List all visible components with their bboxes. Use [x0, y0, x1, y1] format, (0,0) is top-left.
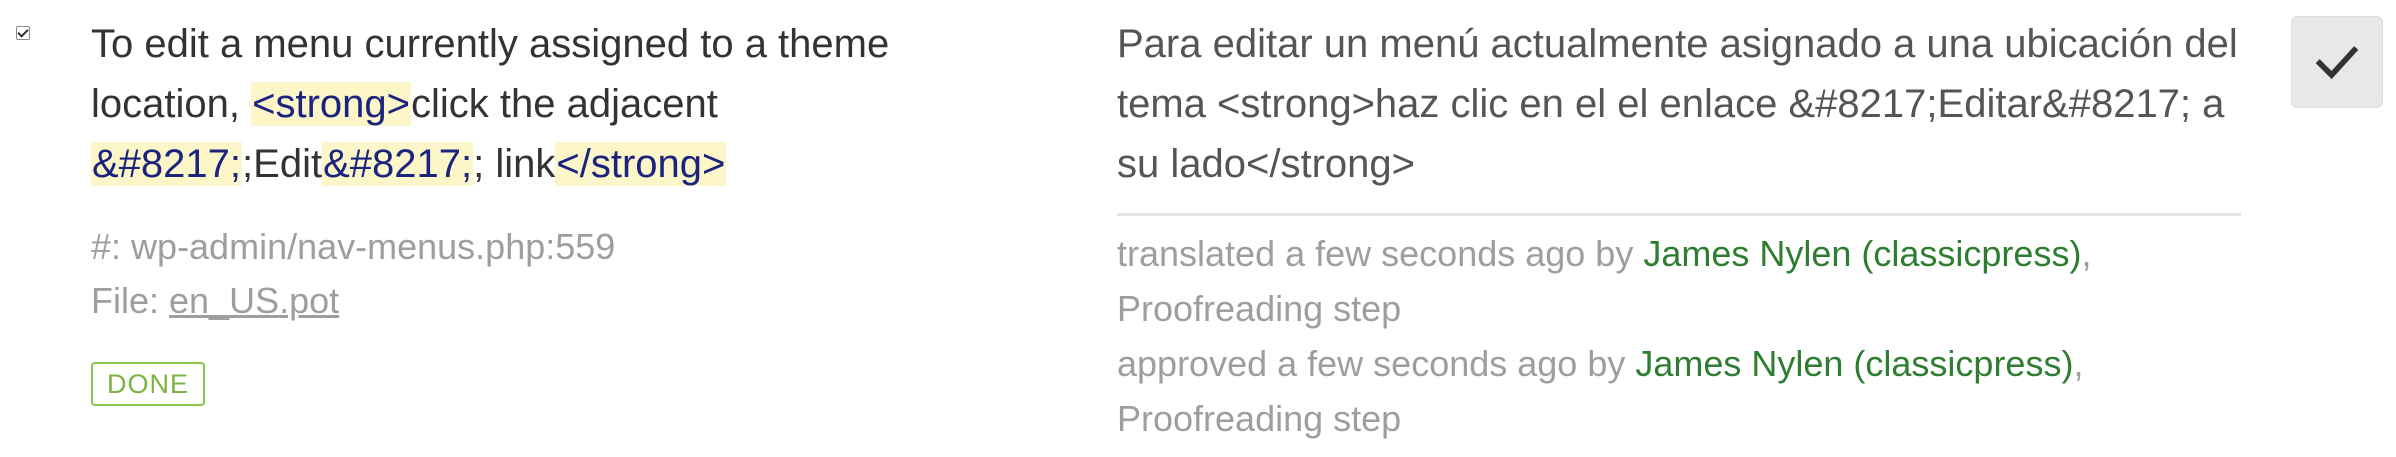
source-reference: #: wp-admin/nav-menus.php:559	[91, 226, 616, 267]
source-tag-strong-close: </strong>	[555, 142, 727, 186]
source-string: To edit a menu currently assigned to a t…	[91, 14, 991, 194]
history-separator: ,	[2081, 233, 2092, 274]
history-entry-approved: approved a few seconds ago by James Nyle…	[1117, 336, 2317, 446]
status-badge: DONE	[91, 362, 206, 406]
translation-history: translated a few seconds ago by James Ny…	[1117, 226, 2317, 446]
history-separator: ,	[2073, 343, 2084, 384]
checkmark-icon	[2315, 46, 2359, 80]
source-text: click the adjacent	[411, 82, 718, 126]
translation-text[interactable]: Para editar un menú actualmente asignado…	[1117, 14, 2247, 194]
history-step: Proofreading step	[1117, 288, 1402, 329]
select-checkbox[interactable]	[16, 26, 30, 40]
history-entry-translated: translated a few seconds ago by James Ny…	[1117, 226, 2317, 336]
file-label: File:	[91, 280, 170, 321]
history-user-link[interactable]: James Nylen (classicpress)	[1635, 343, 2073, 384]
source-text: ; link	[473, 142, 556, 186]
history-action: translated a few seconds ago by	[1117, 233, 1644, 274]
source-meta: #: wp-admin/nav-menus.php:559 File: en_U…	[91, 220, 615, 328]
source-tag-entity: &#8217;	[91, 142, 243, 186]
source-text: ;Edit	[242, 142, 323, 186]
file-link[interactable]: en_US.pot	[169, 280, 339, 321]
history-user-link[interactable]: James Nylen (classicpress)	[1643, 233, 2081, 274]
source-tag-entity: &#8217;	[322, 142, 474, 186]
source-file: File: en_US.pot	[91, 274, 615, 328]
approve-button[interactable]	[2291, 16, 2383, 108]
history-action: approved a few seconds ago by	[1117, 343, 1636, 384]
history-step: Proofreading step	[1117, 398, 1402, 439]
divider	[1117, 213, 2241, 216]
source-tag-strong-open: <strong>	[251, 82, 411, 126]
